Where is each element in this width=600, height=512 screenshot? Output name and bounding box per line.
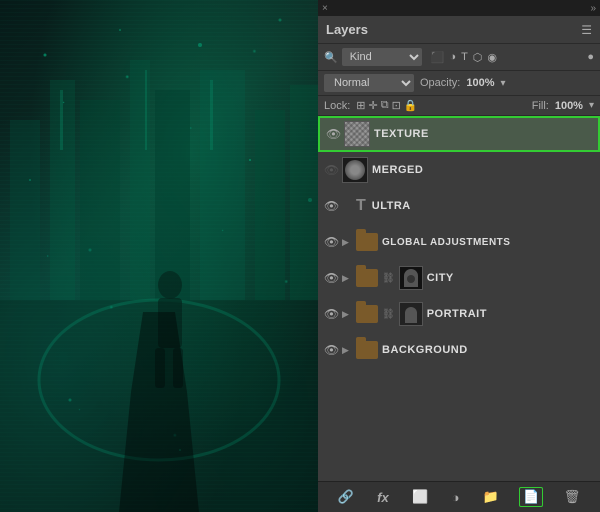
fill-value: 100%	[555, 100, 583, 112]
layer-name-background: BACKGROUND	[382, 344, 594, 356]
opacity-dropdown-icon[interactable]: ▾	[501, 78, 506, 89]
layer-expand-global-adjustments[interactable]: ▶	[342, 237, 352, 248]
layers-panel-header: Layers ☰	[318, 16, 600, 44]
layer-item-portrait[interactable]: 👁 ▶ ⛓ PORTRAIT	[318, 296, 600, 332]
panel-topbar: × »	[318, 0, 600, 16]
toolbar-delete-button[interactable]: 🗑	[561, 487, 584, 507]
layer-thumb-city-mask	[399, 266, 423, 290]
lock-all-icon[interactable]: 🔒	[404, 99, 418, 112]
layer-thumb-folder-global-adjustments	[356, 233, 378, 251]
layer-item-merged[interactable]: 👁 MERGED	[318, 152, 600, 188]
filter-image-icon[interactable]: ⬛	[430, 50, 446, 65]
filter-smartobject-icon[interactable]: ◉	[486, 50, 498, 65]
layer-thumb-folder-portrait	[356, 305, 378, 323]
layers-list: 👁 TEXTURE 👁 MERGED 👁 T ULTRA	[318, 116, 600, 481]
opacity-value: 100%	[466, 77, 494, 89]
filter-kind-select[interactable]: Kind	[342, 48, 422, 66]
lock-move-icon[interactable]: ✛	[369, 99, 378, 112]
toolbar-new-layer-button[interactable]: 📄	[519, 487, 543, 507]
blend-mode-row: Normal Opacity: 100% ▾	[318, 71, 600, 96]
filter-toggle-icon[interactable]: ●	[587, 51, 594, 63]
layer-thumb-folder-city	[356, 269, 378, 287]
layer-eye-background[interactable]: 👁	[324, 343, 338, 357]
layer-eye-city[interactable]: 👁	[324, 271, 338, 285]
layer-name-texture: TEXTURE	[374, 128, 592, 140]
layer-name-city: CITY	[427, 272, 594, 284]
layer-item-background[interactable]: 👁 ▶ BACKGROUND	[318, 332, 600, 368]
layers-panel-body: Layers ☰ 🔍 Kind ⬛ ◑ T ⬡ ◉ ● Normal Opaci…	[318, 16, 600, 512]
layer-thumb-texture	[344, 121, 370, 147]
blend-mode-select[interactable]: Normal	[324, 74, 414, 92]
toolbar-adjustment-button[interactable]: ◑	[449, 488, 463, 507]
lock-icons: ⊞ ✛ ⧉ ⊡ 🔒	[356, 99, 417, 112]
layers-panel-title: Layers	[326, 22, 368, 37]
panel-expand-button[interactable]: »	[590, 3, 596, 14]
lock-row: Lock: ⊞ ✛ ⧉ ⊡ 🔒 Fill: 100% ▾	[318, 96, 600, 116]
layer-name-merged: MERGED	[372, 164, 594, 176]
filter-shape-icon[interactable]: ⬡	[472, 50, 484, 65]
layer-eye-texture[interactable]: 👁	[326, 127, 340, 141]
opacity-label: Opacity:	[420, 77, 460, 89]
layer-name-global-adjustments: GLOBAL ADJUSTMENTS	[382, 237, 594, 248]
layers-menu-icon[interactable]: ☰	[581, 23, 592, 37]
layer-expand-portrait[interactable]: ▶	[342, 309, 352, 320]
canvas-background	[0, 0, 318, 512]
lock-artboard-icon[interactable]: ⧉	[381, 99, 389, 112]
filter-type-icon[interactable]: T	[460, 50, 469, 65]
toolbar-folder-button[interactable]: 📁	[480, 487, 502, 507]
toolbar-fx-button[interactable]: fx	[374, 488, 392, 507]
layer-item-ultra[interactable]: 👁 T ULTRA	[318, 188, 600, 224]
layer-eye-merged[interactable]: 👁	[324, 163, 338, 177]
panel-close-button[interactable]: ×	[322, 3, 328, 14]
layers-panel: × » Layers ☰ 🔍 Kind ⬛ ◑ T ⬡ ◉ ●	[318, 0, 600, 512]
layer-thumb-merged	[342, 157, 368, 183]
layer-chain-city: ⛓	[382, 273, 395, 284]
layer-thumb-portrait-mask	[399, 302, 423, 326]
canvas-area	[0, 0, 318, 512]
layer-expand-city[interactable]: ▶	[342, 273, 352, 284]
layer-thumb-folder-background	[356, 341, 378, 359]
layer-item-city[interactable]: 👁 ▶ ⛓ CITY	[318, 260, 600, 296]
layer-chain-portrait: ⛓	[382, 309, 395, 320]
toolbar-link-button[interactable]: 🔗	[335, 487, 357, 507]
layers-toolbar: 🔗 fx ⬜ ◑ 📁 📄 🗑	[318, 481, 600, 512]
filter-adjustment-icon[interactable]: ◑	[448, 50, 457, 65]
fill-label: Fill:	[532, 100, 549, 112]
layer-eye-global-adjustments[interactable]: 👁	[324, 235, 338, 249]
lock-label: Lock:	[324, 100, 350, 112]
filter-row: 🔍 Kind ⬛ ◑ T ⬡ ◉ ●	[318, 44, 600, 71]
layer-name-portrait: PORTRAIT	[427, 308, 594, 320]
layer-item-global-adjustments[interactable]: 👁 ▶ GLOBAL ADJUSTMENTS	[318, 224, 600, 260]
layer-type-text-icon: T	[356, 197, 366, 215]
city-svg	[0, 0, 318, 512]
layer-eye-ultra[interactable]: 👁	[324, 199, 338, 213]
layer-expand-background[interactable]: ▶	[342, 345, 352, 356]
filter-icons: ⬛ ◑ T ⬡ ◉	[430, 50, 498, 65]
lock-position-icon[interactable]: ⊡	[392, 99, 401, 112]
lock-pixels-icon[interactable]: ⊞	[356, 99, 365, 112]
search-icon: 🔍	[324, 51, 338, 64]
fill-dropdown-icon[interactable]: ▾	[589, 100, 594, 111]
layer-eye-portrait[interactable]: 👁	[324, 307, 338, 321]
layer-item-texture[interactable]: 👁 TEXTURE	[318, 116, 600, 152]
layer-name-ultra: ULTRA	[372, 200, 594, 212]
toolbar-mask-button[interactable]: ⬜	[409, 487, 431, 507]
